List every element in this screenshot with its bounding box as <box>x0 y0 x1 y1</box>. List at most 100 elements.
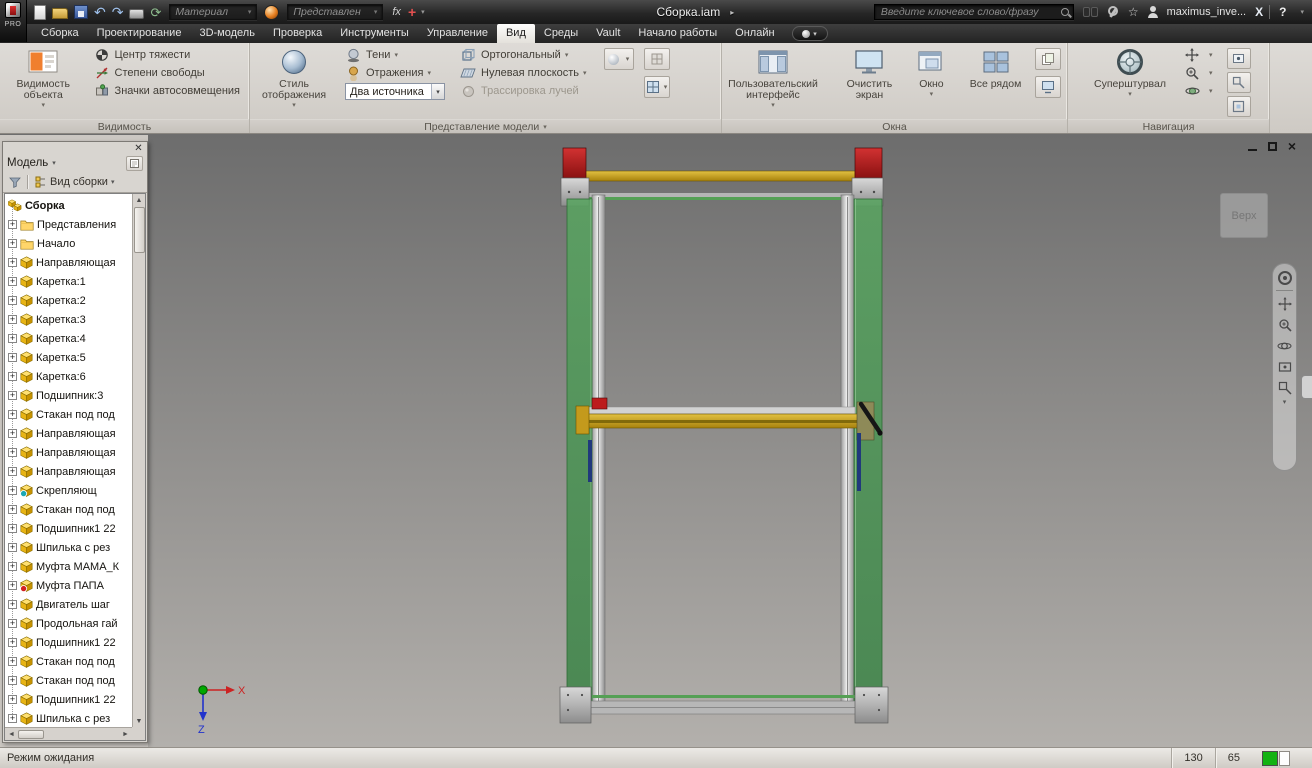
tree-item-4[interactable]: + Каретка:1 <box>5 272 132 291</box>
expander-icon[interactable]: + <box>8 676 17 685</box>
vertical-scrollbar[interactable]: ▲ ▼ <box>132 194 145 727</box>
tree-item-14[interactable]: + Направляющая <box>5 462 132 481</box>
ground-plane-button[interactable]: Нулевая плоскость ▾ <box>457 64 590 82</box>
help-button[interactable]: ? <box>1279 5 1286 19</box>
scroll-down-icon[interactable]: ▼ <box>136 715 143 727</box>
expander-icon[interactable]: + <box>8 695 17 704</box>
expander-icon[interactable]: + <box>8 600 17 609</box>
look-at-icon[interactable] <box>1276 358 1293 375</box>
pan-hand-icon[interactable] <box>1276 295 1293 312</box>
tree-item-10[interactable]: + Подшипник:3 <box>5 386 132 405</box>
add-button[interactable]: + <box>408 5 416 19</box>
tree-item-20[interactable]: + Муфта ПАПА <box>5 576 132 595</box>
tree-item-22[interactable]: + Продольная гай <box>5 614 132 633</box>
view-face-button[interactable] <box>643 48 670 70</box>
pan-button[interactable]: ▾ <box>1182 46 1215 64</box>
panel-collapse-handle[interactable] <box>1301 375 1312 399</box>
open-icon[interactable] <box>52 8 68 19</box>
steering-wheel-button[interactable]: Суперштурвал ▾ <box>1094 46 1166 99</box>
tab-Вид[interactable]: Вид <box>496 24 535 43</box>
zoom-button[interactable]: ▾ <box>1182 64 1215 82</box>
tree-item-11[interactable]: + Стакан под под <box>5 405 132 424</box>
close-icon[interactable]: × <box>1288 139 1296 153</box>
restore-icon[interactable] <box>1267 141 1277 151</box>
look-at-button[interactable] <box>1226 48 1251 69</box>
navigation-wheel-icon[interactable] <box>1276 269 1293 286</box>
expander-icon[interactable]: + <box>8 562 17 571</box>
shadows-button[interactable]: Тени ▾ <box>342 46 445 64</box>
window-button[interactable]: Окно ▾ <box>909 46 954 99</box>
appearance-combo[interactable]: Представлен ▾ <box>287 4 384 20</box>
tree-item-3[interactable]: + Направляющая <box>5 253 132 272</box>
graphics-window[interactable]: × Верх ▾ X Z <box>148 135 1312 748</box>
switch-screen-button[interactable] <box>1035 76 1061 98</box>
exchange-x-icon[interactable]: X <box>1255 5 1271 19</box>
expander-icon[interactable]: + <box>8 372 17 381</box>
expander-icon[interactable]: + <box>8 429 17 438</box>
orbit-icon[interactable] <box>1276 337 1293 354</box>
favorites-star-icon[interactable]: ☆ <box>1128 5 1139 19</box>
expander-icon[interactable]: + <box>8 505 17 514</box>
tree-item-23[interactable]: + Подшипник1 22 <box>5 633 132 652</box>
tab-Инструменты[interactable]: Инструменты <box>331 24 418 43</box>
appearance-options-button[interactable]: ▾ <box>603 48 634 70</box>
application-menu-button[interactable]: PRO <box>0 0 27 42</box>
expander-icon[interactable]: + <box>8 524 17 533</box>
tree-item-26[interactable]: + Подшипник1 22 <box>5 690 132 709</box>
chevron-down-icon[interactable]: ▾ <box>1300 8 1304 16</box>
3d-model-view[interactable] <box>148 135 1312 748</box>
orthographic-button[interactable]: Ортогональный ▾ <box>457 46 590 64</box>
tab-Онлайн[interactable]: Онлайн <box>726 24 783 43</box>
tree-item-9[interactable]: + Каретка:6 <box>5 367 132 386</box>
undo-icon[interactable]: ↶ <box>94 5 106 19</box>
save-icon[interactable] <box>74 5 88 19</box>
expander-icon[interactable]: + <box>8 258 17 267</box>
tree-item-12[interactable]: + Направляющая <box>5 424 132 443</box>
tab-Начало работы[interactable]: Начало работы <box>629 24 726 43</box>
ribbon-appearance-toggle[interactable]: ▾ <box>791 26 828 41</box>
expander-icon[interactable]: + <box>8 315 17 324</box>
tab-Vault[interactable]: Vault <box>587 24 629 43</box>
expander-icon[interactable]: + <box>8 448 17 457</box>
ray-tracing-button[interactable]: Трассировка лучей <box>457 82 590 100</box>
tree-item-13[interactable]: + Направляющая <box>5 443 132 462</box>
tree-item-2[interactable]: + Начало <box>5 234 132 253</box>
chevron-down-icon[interactable]: ▾ <box>431 84 444 99</box>
browser-options-button[interactable] <box>126 155 143 171</box>
chevron-down-icon[interactable]: ▾ <box>1283 399 1287 406</box>
expander-icon[interactable]: + <box>8 638 17 647</box>
tools-icon[interactable] <box>1107 5 1119 19</box>
tree-item-8[interactable]: + Каретка:5 <box>5 348 132 367</box>
tree-item-17[interactable]: + Подшипник1 22 <box>5 519 132 538</box>
tree-item-0[interactable]: Сборка <box>5 196 132 215</box>
tree-item-21[interactable]: + Двигатель шаг <box>5 595 132 614</box>
copy-screen-button[interactable] <box>1035 48 1061 70</box>
tree-item-5[interactable]: + Каретка:2 <box>5 291 132 310</box>
panel-label-navigation[interactable]: Навигация <box>1068 119 1269 133</box>
expander-icon[interactable]: + <box>8 296 17 305</box>
expander-icon[interactable]: + <box>8 353 17 362</box>
new-file-icon[interactable] <box>34 4 46 20</box>
panel-label-model-appearance[interactable]: Представление модели ▾ <box>250 119 721 133</box>
tree-item-6[interactable]: + Каретка:3 <box>5 310 132 329</box>
panel-label-visibility[interactable]: Видимость <box>0 119 249 133</box>
expander-icon[interactable]: + <box>8 714 17 723</box>
tile-all-button[interactable]: Все рядом <box>968 46 1023 90</box>
expander-icon[interactable]: + <box>8 486 17 495</box>
expander-icon[interactable]: + <box>8 581 17 590</box>
scroll-up-icon[interactable]: ▲ <box>136 194 143 206</box>
scroll-left-icon[interactable]: ◄ <box>5 731 18 738</box>
degrees-of-freedom-button[interactable]: Степени свободы <box>91 64 243 82</box>
search-input[interactable] <box>873 4 1074 20</box>
tree-item-7[interactable]: + Каретка:4 <box>5 329 132 348</box>
browser-title[interactable]: Модель <box>7 157 48 169</box>
clean-screen-button[interactable]: Очистить экран <box>838 46 901 101</box>
zoom-window-button[interactable] <box>1226 72 1251 93</box>
expander-icon[interactable]: + <box>8 277 17 286</box>
tab-3D-модель[interactable]: 3D-модель <box>190 24 263 43</box>
tab-Сборка[interactable]: Сборка <box>32 24 88 43</box>
user-interface-button[interactable]: Пользовательский интерфейс ▾ <box>728 46 818 110</box>
tree-item-16[interactable]: + Стакан под под <box>5 500 132 519</box>
zoom-window-icon[interactable] <box>1276 379 1293 396</box>
tab-Проверка[interactable]: Проверка <box>264 24 331 43</box>
